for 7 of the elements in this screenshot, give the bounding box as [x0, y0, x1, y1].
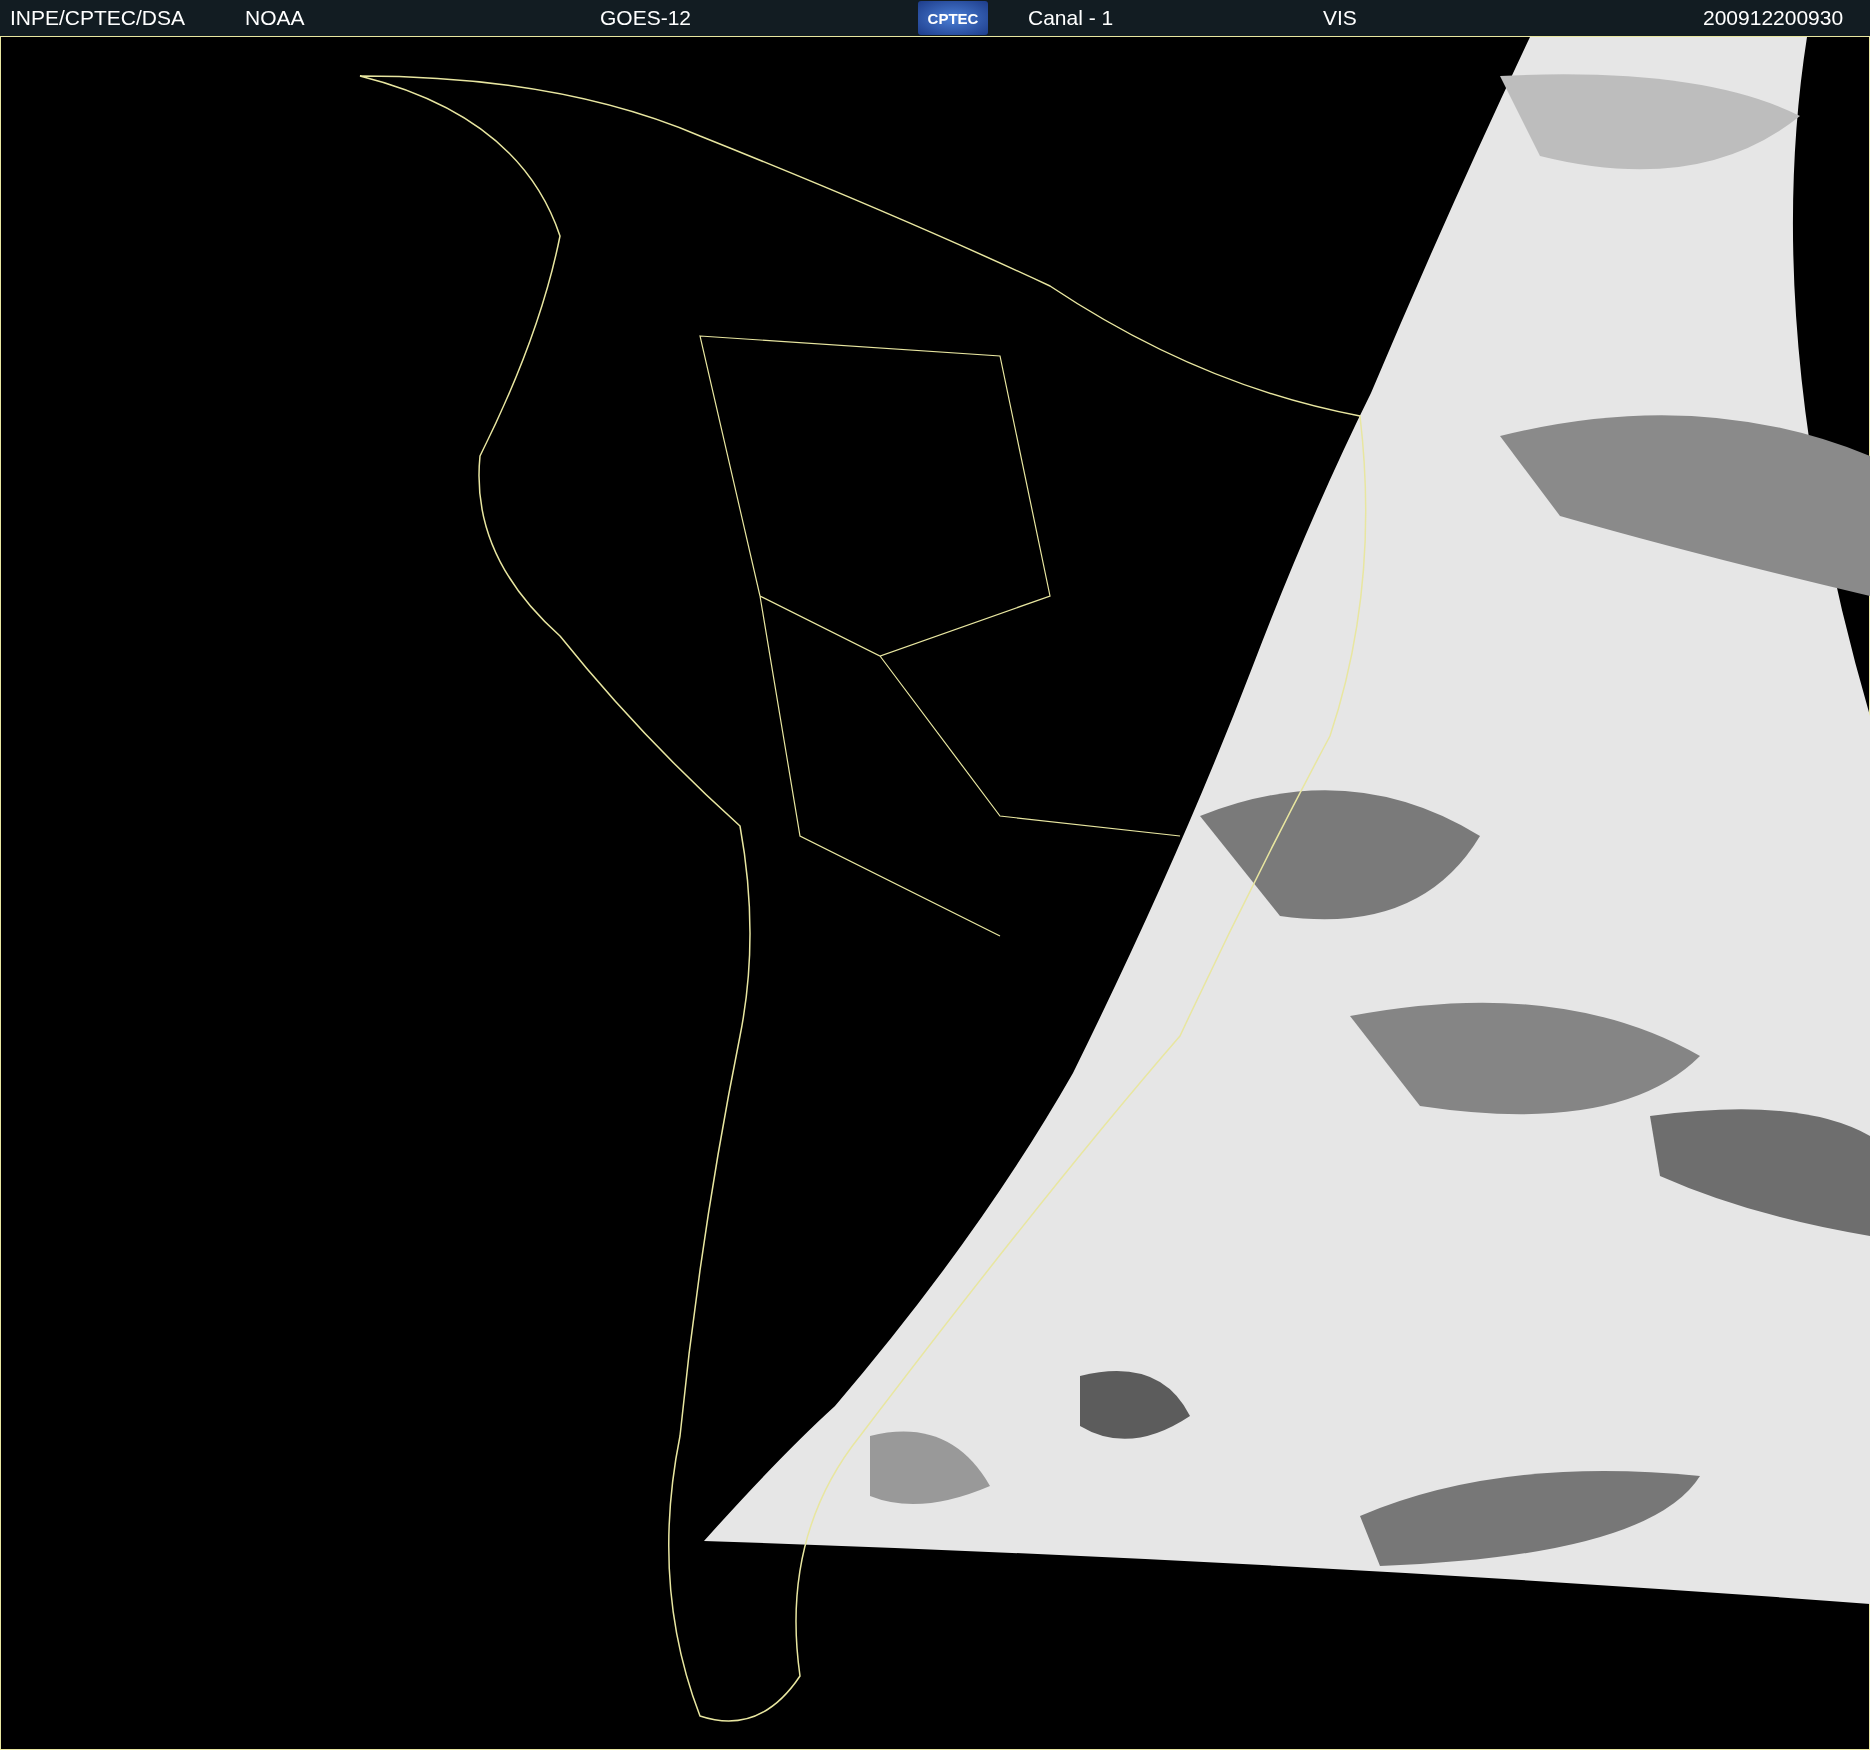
source-label: INPE/CPTEC/DSA [10, 6, 186, 30]
logo: CPTEC [918, 1, 988, 35]
timestamp-label: 200912200930 [1703, 6, 1844, 30]
band-label: VIS [1323, 6, 1357, 30]
satellite-label: GOES-12 [600, 6, 692, 30]
channel-label: Canal - 1 [1028, 6, 1114, 30]
agency-label: NOAA [245, 6, 305, 30]
